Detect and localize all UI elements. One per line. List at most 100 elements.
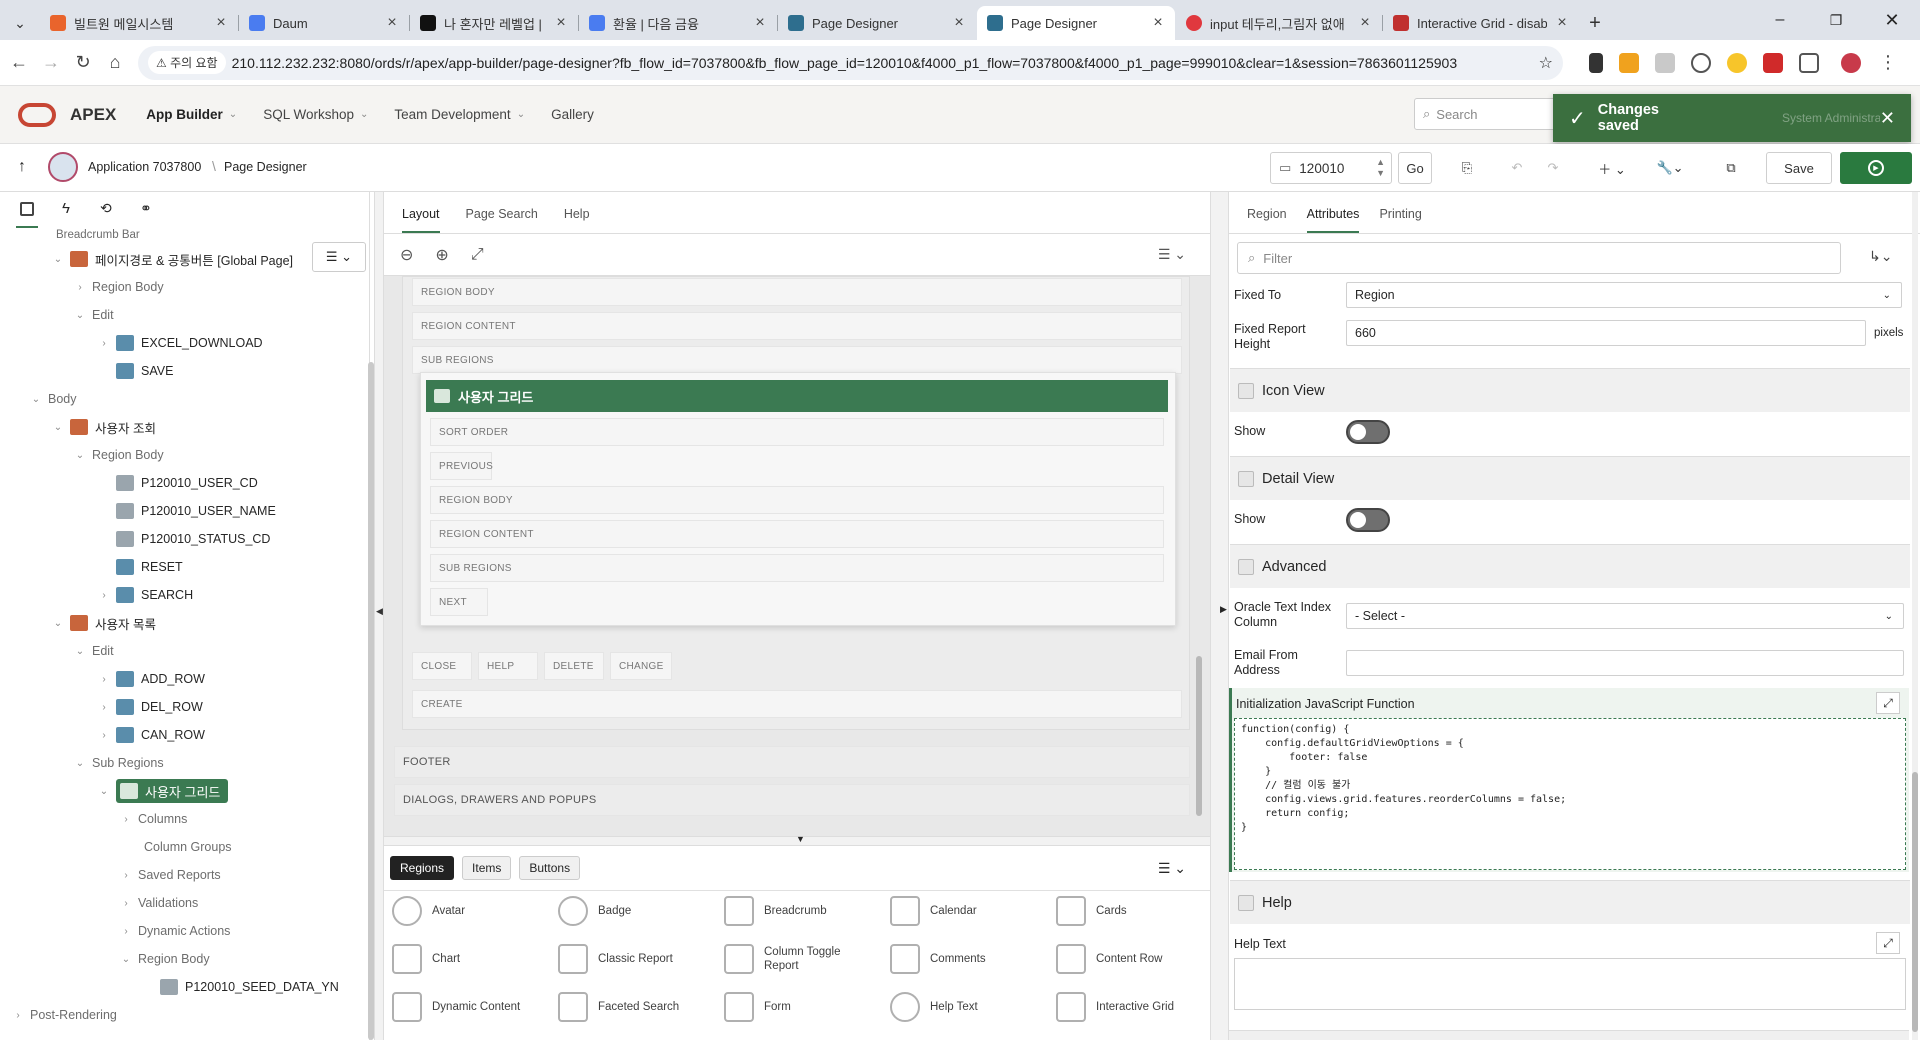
oracle-logo-icon[interactable] — [18, 102, 56, 127]
tree-button-del-row[interactable]: › DEL_ROW — [98, 696, 203, 718]
reload-icon[interactable]: ↻ — [70, 50, 96, 76]
redo-icon[interactable]: ↷ — [1536, 152, 1570, 184]
home-icon[interactable]: ⌂ — [102, 50, 128, 76]
undo-icon[interactable]: ↶ — [1500, 152, 1534, 184]
tree-region-body[interactable]: › Region Body — [74, 276, 163, 298]
extension-notify-icon[interactable] — [1727, 52, 1747, 73]
gallery-chart[interactable]: Chart — [392, 937, 542, 981]
tree-global-region[interactable]: ⌄ 페이지경로 & 공통버튼 [Global Page] — [52, 248, 293, 270]
menu-team-development[interactable]: Team Development ⌄ — [394, 107, 525, 122]
tree-dynamic-actions[interactable]: › Dynamic Actions — [120, 920, 230, 942]
slot-create[interactable]: CREATE — [412, 690, 1182, 718]
shared-components-tab-icon[interactable]: ⚭ — [140, 200, 152, 217]
gallery-badge[interactable]: Badge — [558, 889, 708, 933]
oracle-text-select[interactable]: - Select - ⌄ — [1346, 603, 1904, 629]
gallery-content-row[interactable]: Content Row — [1056, 937, 1206, 981]
tree-edit[interactable]: ⌄ Edit — [74, 640, 114, 662]
gallery-dynamic-content[interactable]: Dynamic Content — [392, 985, 542, 1029]
slot-region-body[interactable]: REGION BODY — [412, 278, 1182, 306]
slot-change[interactable]: CHANGE — [610, 652, 672, 680]
expand-icon[interactable]: ⤢ — [471, 246, 484, 264]
menu-app-builder[interactable]: App Builder ⌄ — [146, 107, 237, 122]
browser-tab[interactable]: 빌트원 메일시스템 × — [40, 6, 239, 40]
email-from-input[interactable] — [1346, 650, 1904, 676]
tab-search-icon[interactable]: ⌄ — [0, 6, 40, 40]
help-text-input[interactable] — [1234, 958, 1906, 1010]
gallery-tab-buttons[interactable]: Buttons — [519, 856, 581, 880]
slot-region-content[interactable]: REGION CONTENT — [412, 312, 1182, 340]
minimize-icon[interactable]: – — [1752, 11, 1808, 29]
browser-tab[interactable]: 환율 | 다음 금융 × — [579, 6, 778, 40]
gallery-menu-icon[interactable]: ☰ ⌄ — [1158, 860, 1186, 877]
close-tab-icon[interactable]: × — [1151, 14, 1165, 32]
fixed-to-select[interactable]: Region ⌄ — [1346, 282, 1902, 308]
page-number-field[interactable]: ▭ 120010 ▲ ▼ — [1270, 152, 1392, 184]
browser-menu-icon[interactable]: ⋮ — [1879, 52, 1897, 73]
slot-help[interactable]: HELP — [478, 652, 538, 680]
gallery-tab-items[interactable]: Items — [462, 856, 512, 880]
layout-scrollbar[interactable] — [1196, 656, 1202, 816]
close-tab-icon[interactable]: × — [952, 14, 966, 32]
tree-button-add-row[interactable]: › ADD_ROW — [98, 668, 205, 690]
gallery-cards[interactable]: Cards — [1056, 889, 1206, 933]
tree-search-region[interactable]: ⌄ 사용자 조회 — [52, 416, 156, 438]
gallery-avatar[interactable]: Avatar — [392, 889, 542, 933]
back-icon[interactable]: ← — [6, 50, 32, 76]
save-button[interactable]: Save — [1766, 152, 1832, 184]
close-tab-icon[interactable]: × — [1555, 14, 1569, 32]
left-splitter[interactable]: ◀ — [374, 192, 384, 1040]
tree-item-user-name[interactable]: P120010_USER_NAME — [116, 500, 276, 522]
tree-grid-selected[interactable]: ⌄ 사용자 그리드 — [98, 778, 229, 804]
shared-components-icon[interactable]: ⧉ — [1714, 152, 1748, 184]
close-window-icon[interactable]: ✕ — [1864, 10, 1920, 31]
up-arrow-icon[interactable]: ↑ — [18, 158, 26, 176]
restore-icon[interactable]: ❐ — [1808, 12, 1864, 29]
browser-tab[interactable]: 나 혼자만 레벨업 | 카카오 × — [410, 6, 579, 40]
security-warning-chip[interactable]: ⚠ 주의 요함 — [148, 51, 226, 74]
close-tab-icon[interactable]: × — [554, 14, 568, 32]
tree-button-save[interactable]: SAVE — [116, 360, 173, 382]
slot-footer[interactable]: FOOTER — [394, 746, 1190, 778]
property-scrollbar[interactable] — [1912, 192, 1918, 1040]
tree-item-user-cd[interactable]: P120010_USER_CD — [116, 472, 258, 494]
browser-tab-active[interactable]: Page Designer × — [977, 6, 1175, 40]
extension-a-icon[interactable] — [1655, 52, 1675, 73]
zoom-in-icon[interactable]: ⊕ — [435, 245, 448, 265]
slot-dialogs[interactable]: DIALOGS, DRAWERS AND POPUPS — [394, 784, 1190, 816]
processing-tab-icon[interactable]: ⟲ — [100, 200, 112, 217]
tree-edit[interactable]: ⌄ Edit — [74, 304, 114, 326]
bookmark-star-icon[interactable]: ☆ — [1539, 53, 1553, 73]
go-button[interactable]: Go — [1398, 152, 1432, 184]
extension-pen-icon[interactable] — [1589, 52, 1603, 73]
tree-button-search[interactable]: › SEARCH — [98, 584, 193, 606]
slot-sub-regions[interactable]: SUB REGIONS — [412, 346, 1182, 374]
gallery-interactive-grid[interactable]: Interactive Grid — [1056, 985, 1206, 1029]
gallery-breadcrumb[interactable]: Breadcrumb — [724, 889, 874, 933]
tree-button-excel-download[interactable]: › EXCEL_DOWNLOAD — [98, 332, 263, 354]
tab-attributes[interactable]: Attributes — [1306, 207, 1360, 233]
url-bar[interactable]: ⚠ 주의 요함 210.112.232.232:8080/ords/r/apex… — [138, 45, 1563, 80]
gallery-splitter[interactable]: ▼ — [384, 834, 1210, 846]
browser-tab[interactable]: Interactive Grid - disable × — [1383, 6, 1579, 40]
menu-gallery[interactable]: Gallery — [551, 107, 594, 122]
right-splitter[interactable]: ▶ — [1210, 192, 1228, 1040]
tree-breadcrumb-bar[interactable]: Breadcrumb Bar — [56, 228, 140, 242]
tree-item-seed-data[interactable]: P120010_SEED_DATA_YN — [160, 976, 339, 998]
extension-folder-icon[interactable] — [1619, 52, 1639, 73]
expand-help-editor-icon[interactable]: ⤢ — [1876, 932, 1900, 954]
close-tab-icon[interactable]: × — [753, 14, 767, 32]
section-detail-view[interactable]: Detail View — [1230, 456, 1910, 500]
slot-region-body[interactable]: REGION BODY — [430, 486, 1164, 514]
tree-menu-button[interactable]: ☰ ⌄ — [312, 242, 366, 272]
zoom-out-icon[interactable]: ⊖ — [400, 245, 413, 265]
close-toast-icon[interactable]: ✕ — [1880, 108, 1895, 129]
close-tab-icon[interactable]: × — [385, 14, 399, 32]
gallery-form[interactable]: Form — [724, 985, 874, 1029]
extensions-puzzle-icon[interactable] — [1799, 52, 1819, 73]
tree-saved-reports[interactable]: › Saved Reports — [120, 864, 220, 886]
dynamic-actions-tab-icon[interactable]: ϟ — [62, 200, 70, 217]
app-breadcrumb[interactable]: Application 7037800 — [88, 160, 201, 174]
tree-button-reset[interactable]: RESET — [116, 556, 183, 578]
menu-sql-workshop[interactable]: SQL Workshop ⌄ — [263, 107, 368, 122]
profile-avatar[interactable] — [1841, 52, 1861, 73]
